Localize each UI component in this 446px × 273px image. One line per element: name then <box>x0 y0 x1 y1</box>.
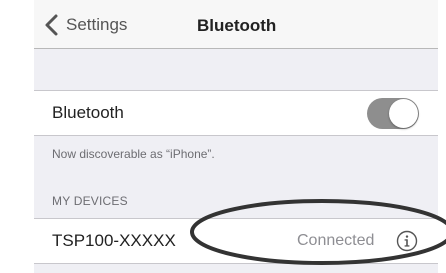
navigation-bar: Settings Bluetooth <box>34 0 438 49</box>
back-button[interactable]: Settings <box>42 13 127 37</box>
discoverable-footer: Now discoverable as “iPhone”. <box>52 147 215 161</box>
chevron-left-icon <box>45 14 58 36</box>
info-icon[interactable] <box>396 230 418 252</box>
device-status: Connected <box>297 232 375 249</box>
back-button-label: Settings <box>66 15 128 34</box>
bluetooth-row: Bluetooth <box>34 90 438 136</box>
settings-screen: Settings Bluetooth Bluetooth Now discove… <box>34 0 438 273</box>
device-row[interactable]: TSP100-XXXXX Connected <box>34 218 438 264</box>
my-devices-header: MY DEVICES <box>52 194 128 208</box>
bluetooth-toggle[interactable] <box>367 98 419 129</box>
toggle-knob <box>389 99 418 128</box>
section-spacer <box>34 49 438 89</box>
bluetooth-label: Bluetooth <box>52 103 124 122</box>
device-name: TSP100-XXXXX <box>52 231 176 250</box>
page-title: Bluetooth <box>197 16 277 35</box>
